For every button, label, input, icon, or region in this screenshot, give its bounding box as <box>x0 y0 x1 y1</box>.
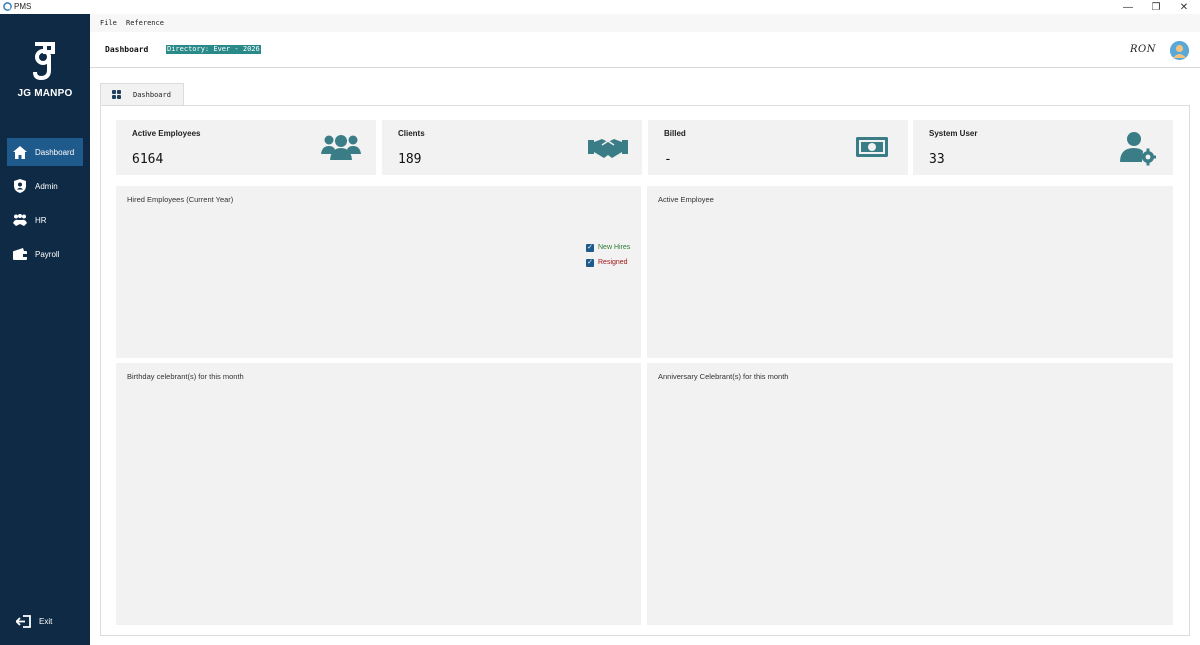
jg-logo-icon <box>33 42 55 81</box>
panel-title: Hired Employees (Current Year) <box>127 195 234 204</box>
handshake-icon <box>588 139 628 158</box>
exit-label: Exit <box>39 616 53 626</box>
main-content: Dashboard Active Employees 6164 Clients … <box>90 69 1200 645</box>
panel-title: Anniversary Celebrant(s) for this month <box>658 372 789 381</box>
checkbox-checked-icon[interactable]: ✓ <box>586 258 594 267</box>
sidebar-item-admin[interactable]: Admin <box>7 172 83 200</box>
legend-item-resigned[interactable]: ✓ Resigned <box>586 255 630 270</box>
sidebar-item-label: Payroll <box>35 249 60 259</box>
user-avatar-icon <box>1170 41 1189 60</box>
card-value: 189 <box>398 152 422 167</box>
sidebar-item-label: Admin <box>35 181 58 191</box>
users-group-icon <box>321 135 361 160</box>
card-label: Clients <box>398 129 425 138</box>
sidebar-item-label: Dashboard <box>35 147 75 157</box>
panel-title: Active Employee <box>658 195 714 204</box>
home-icon <box>13 145 27 159</box>
shield-user-icon <box>13 179 27 193</box>
title-bar: PMS — ❐ ✕ <box>0 0 1200 14</box>
panel-title: Birthday celebrant(s) for this month <box>127 372 244 381</box>
page-title: Dashboard <box>105 45 149 54</box>
tab-dashboard[interactable]: Dashboard <box>100 83 184 105</box>
menu-bar: File Reference <box>90 14 1200 32</box>
menu-reference[interactable]: Reference <box>126 19 164 27</box>
exit-button[interactable]: Exit <box>16 614 52 628</box>
user-gear-icon <box>1120 132 1156 166</box>
checkbox-checked-icon[interactable]: ✓ <box>586 243 594 252</box>
card-label: System User <box>929 129 978 138</box>
directory-badge: Directory: Ever - 2026 <box>166 45 261 54</box>
brand-name: JG MANPO <box>17 88 73 99</box>
card-label: Billed <box>664 129 686 138</box>
panel-birthday-celebrants: Birthday celebrant(s) for this month <box>116 363 641 625</box>
legend-item-new-hires[interactable]: ✓ New Hires <box>586 240 630 255</box>
card-label: Active Employees <box>132 129 201 138</box>
brand-logo: JG MANPO <box>0 42 90 102</box>
money-bill-icon <box>856 137 888 157</box>
card-active-employees: Active Employees 6164 <box>116 120 376 175</box>
window-title: PMS <box>14 2 32 11</box>
grid-icon <box>112 90 121 99</box>
wallet-icon <box>13 247 27 261</box>
card-value: 6164 <box>132 152 164 167</box>
panel-anniversary-celebrants: Anniversary Celebrant(s) for this month <box>647 363 1173 625</box>
sidebar-item-dashboard[interactable]: Dashboard <box>7 138 83 166</box>
card-value: 33 <box>929 152 945 167</box>
card-billed: Billed - <box>648 120 908 175</box>
card-system-user: System User 33 <box>913 120 1173 175</box>
avatar[interactable] <box>1170 41 1189 60</box>
minimize-button[interactable]: — <box>1114 0 1142 14</box>
legend-label: New Hires <box>598 244 631 251</box>
sidebar-item-label: HR <box>35 215 47 225</box>
exit-icon <box>16 614 31 628</box>
user-name: RON <box>1130 44 1156 55</box>
sidebar: JG MANPO Dashboard Admin HR Payroll Exit <box>0 14 90 645</box>
handshake-people-icon <box>13 213 27 227</box>
card-value: - <box>664 152 672 167</box>
tab-label: Dashboard <box>133 90 171 99</box>
sidebar-item-hr[interactable]: HR <box>7 206 83 234</box>
sidebar-item-payroll[interactable]: Payroll <box>7 240 83 268</box>
panel-hired-employees: Hired Employees (Current Year) ✓ New Hir… <box>116 186 641 358</box>
chart-legend: ✓ New Hires ✓ Resigned <box>586 240 630 270</box>
panel-active-employee: Active Employee <box>647 186 1173 358</box>
maximize-button[interactable]: ❐ <box>1142 0 1170 14</box>
card-clients: Clients 189 <box>382 120 642 175</box>
menu-file[interactable]: File <box>100 19 117 27</box>
page-header: Dashboard Directory: Ever - 2026 RON <box>90 32 1200 68</box>
app-logo-icon <box>3 2 12 11</box>
legend-label: Resigned <box>598 259 628 266</box>
close-button[interactable]: ✕ <box>1170 0 1198 14</box>
